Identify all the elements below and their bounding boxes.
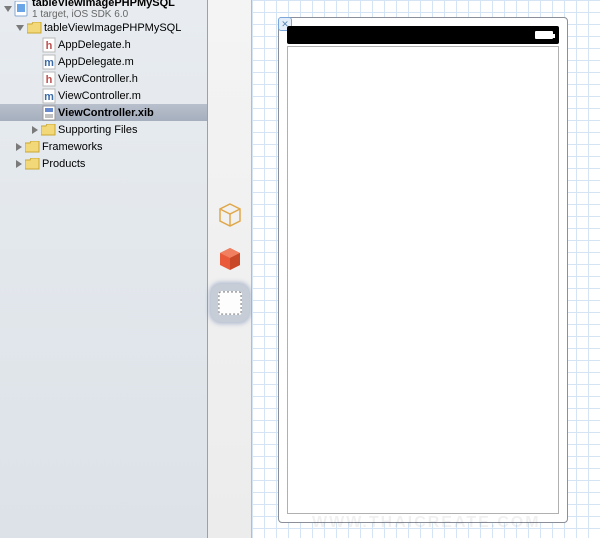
implementation-file-icon: m (42, 54, 56, 70)
view-object[interactable] (215, 288, 245, 318)
file-label: ViewController.xib (58, 107, 154, 119)
svg-text:h: h (46, 40, 53, 52)
xcode-project-icon (14, 1, 30, 17)
view-frame[interactable]: ✕ (278, 17, 568, 523)
disclosure-triangle-icon[interactable] (16, 143, 22, 151)
root-view[interactable] (287, 46, 559, 514)
interface-builder-editor: ✕ WWW.THAICREATE.COM (208, 0, 600, 538)
file-row-appdelegate-m[interactable]: m AppDelegate.m (0, 53, 207, 70)
project-navigator[interactable]: tableViewImagePHPMySQL 1 target, iOS SDK… (0, 0, 208, 538)
folder-icon (40, 122, 56, 138)
file-label: ViewController.h (58, 73, 138, 85)
folder-label: tableViewImagePHPMySQL (44, 22, 181, 34)
folder-frameworks[interactable]: Frameworks (0, 138, 207, 155)
disclosure-triangle-icon[interactable] (32, 126, 38, 134)
disclosure-triangle-icon[interactable] (4, 6, 12, 12)
disclosure-triangle-icon[interactable] (16, 160, 22, 168)
file-row-viewcontroller-m[interactable]: m ViewController.m (0, 87, 207, 104)
folder-supporting-files[interactable]: Supporting Files (0, 121, 207, 138)
file-label: AppDelegate.h (58, 39, 131, 51)
file-label: ViewController.m (58, 90, 141, 102)
document-outline-dock (208, 0, 252, 538)
svg-text:m: m (44, 91, 54, 103)
header-file-icon: h (42, 71, 56, 87)
simulated-status-bar (287, 26, 559, 44)
folder-products[interactable]: Products (0, 155, 207, 172)
folder-icon (24, 156, 40, 172)
svg-text:m: m (44, 57, 54, 69)
folder-label: Frameworks (42, 141, 103, 153)
svg-text:h: h (46, 74, 53, 86)
file-row-viewcontroller-xib[interactable]: ViewController.xib (0, 104, 207, 121)
placeholder-files-owner[interactable] (215, 200, 245, 230)
placeholder-first-responder[interactable] (215, 244, 245, 274)
file-row-viewcontroller-h[interactable]: h ViewController.h (0, 70, 207, 87)
cube-wireframe-icon (217, 202, 243, 228)
folder-icon (24, 139, 40, 155)
project-root-row[interactable]: tableViewImagePHPMySQL 1 target, iOS SDK… (0, 0, 207, 17)
disclosure-triangle-icon[interactable] (16, 25, 24, 31)
project-subtitle: 1 target, iOS SDK 6.0 (32, 9, 175, 20)
cube-solid-icon (217, 246, 243, 272)
xib-file-icon (42, 105, 56, 121)
group-folder[interactable]: tableViewImagePHPMySQL (0, 19, 207, 36)
folder-label: Supporting Files (58, 124, 138, 136)
battery-icon (535, 31, 553, 39)
file-tree: tableViewImagePHPMySQL h AppDelegate.h m… (0, 19, 207, 172)
file-label: AppDelegate.m (58, 56, 134, 68)
view-icon (217, 290, 243, 316)
header-file-icon: h (42, 37, 56, 53)
interface-builder-canvas[interactable]: ✕ WWW.THAICREATE.COM (252, 0, 600, 538)
folder-icon (26, 20, 42, 36)
folder-label: Products (42, 158, 85, 170)
implementation-file-icon: m (42, 88, 56, 104)
project-title: tableViewImagePHPMySQL (32, 0, 175, 9)
file-row-appdelegate-h[interactable]: h AppDelegate.h (0, 36, 207, 53)
